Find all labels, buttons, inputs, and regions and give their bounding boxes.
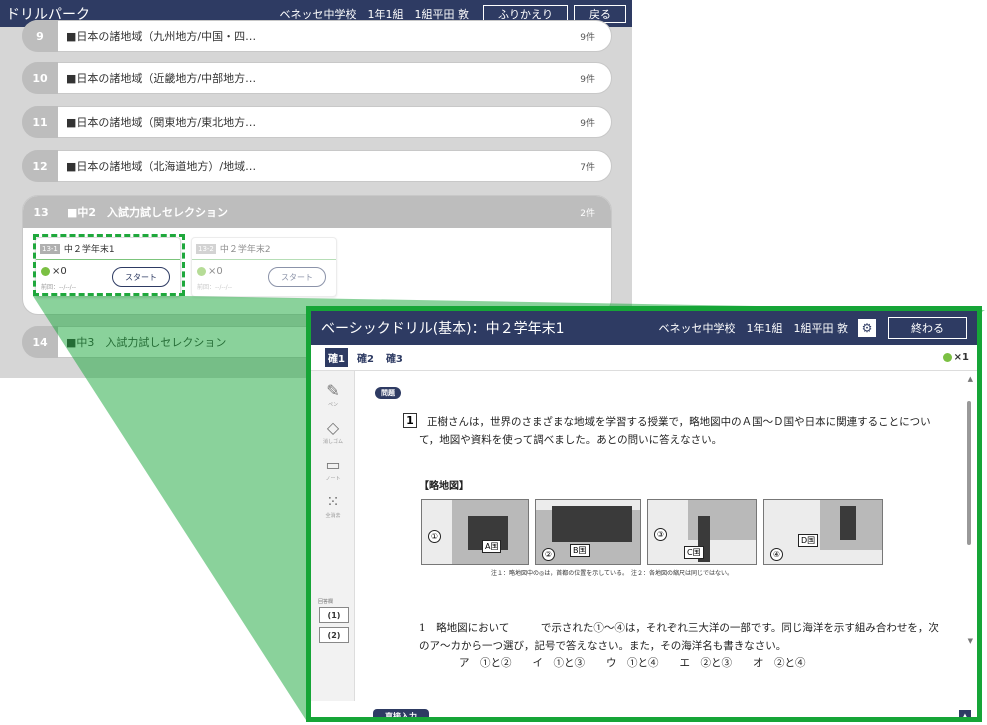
tool-panel: ✎ ペン ◇ 消しゴム ▭ ノート ⁙ 全消去 回答欄 (1) (2)	[311, 371, 355, 701]
drill-title: ベーシックドリル(基本)：中２学年末1	[321, 321, 565, 337]
scroll-down-icon[interactable]: ▼	[968, 637, 973, 645]
to-top-button[interactable]: ▲	[959, 710, 971, 717]
unit-row[interactable]: 12 ■日本の諸地域（北海道地方）/地域… 7件	[22, 150, 612, 182]
map-france: ① A国	[421, 499, 529, 565]
answer-choices: ア ①と② イ ①と③ ウ ①と④ エ ②と③ オ ②と④	[459, 657, 806, 669]
unit-label: ■日本の諸地域（北海道地方）/地域…	[66, 160, 257, 173]
highlight-box	[33, 234, 185, 296]
ocean-marker: ②	[542, 548, 555, 561]
map-title: 【略地図】	[419, 481, 469, 492]
ocean-marker: ③	[654, 528, 667, 541]
answer-label: 回答欄	[318, 599, 334, 605]
map-note: 注１：略地図中の◎は，首都の位置を示している。 注２：各地図の縮尺は同じではない…	[491, 570, 734, 577]
gem-count: ×1	[953, 352, 969, 363]
tab-1[interactable]: 確1	[325, 348, 348, 367]
tool-label: 全消去	[325, 513, 341, 519]
tool-label: ペン	[327, 402, 338, 408]
drill-header: ベーシックドリル(基本)：中２学年末1 ベネッセ中学校 1年1組 1組平田 敦 …	[311, 311, 977, 345]
unit-count: 9件	[580, 118, 595, 129]
user-info: ベネッセ中学校 1年1組 1組平田 敦	[658, 322, 849, 335]
question-tabs: 確1 確2 確3 ×1	[311, 345, 977, 371]
gem-total: ×1	[942, 352, 969, 363]
unit-row[interactable]: 11 ■日本の諸地域（関東地方/東北地方… 9件	[22, 106, 612, 138]
question-content: 問題 1 正樹さんは，世界のさまざまな地域を学習する授業で，略地図中のＡ国〜Ｄ国…	[361, 377, 957, 697]
tool-label: 消しゴム	[322, 439, 343, 445]
question-number: 1	[403, 413, 417, 428]
map-thailand: ④ D国	[763, 499, 883, 565]
unit-row[interactable]: 10 ■日本の諸地域（近畿地方/中部地方… 9件	[22, 62, 612, 94]
unit-count: 9件	[580, 74, 595, 85]
map-panel: ① A国 ② B国 ③ C国 ④ D国	[421, 499, 901, 565]
scrollbar[interactable]	[967, 401, 971, 545]
question-text: 正樹さんは，世界のさまざまな地域を学習する授業で，略地図中のＡ国〜Ｄ国や日本に関…	[419, 416, 931, 446]
direct-input-tab[interactable]: 直接入力	[373, 709, 429, 717]
unit-label: ■日本の諸地域（九州地方/中国・四…	[66, 30, 257, 43]
gem-icon	[197, 266, 206, 276]
drill-tag: 13-2	[196, 243, 216, 254]
eraser-icon: ◇	[326, 418, 340, 437]
unit-number: 13	[33, 205, 49, 219]
unit-count: 7件	[580, 162, 595, 173]
eraser-tool[interactable]: ◇ 消しゴム	[311, 418, 355, 445]
ocean-marker: ①	[428, 530, 441, 543]
pen-icon: ✎	[326, 381, 340, 400]
map-vietnam: ③ C国	[647, 499, 757, 565]
tab-3[interactable]: 確3	[383, 348, 406, 367]
unit-label: ■日本の諸地域（近畿地方/中部地方…	[66, 72, 257, 85]
note-icon: ▭	[325, 455, 341, 474]
country-label: C国	[684, 546, 704, 559]
tool-label: ノート	[325, 476, 341, 482]
start-button[interactable]: スタート	[268, 267, 326, 287]
pen-tool[interactable]: ✎ ペン	[311, 381, 355, 408]
unit-label: ■中2 入試力試しセレクション	[67, 206, 229, 219]
note-tool[interactable]: ▭ ノート	[311, 455, 355, 482]
unit-count: 2件	[580, 208, 595, 219]
map-canada: ② B国	[535, 499, 641, 565]
gem-count: ×0	[208, 266, 223, 277]
drill-card[interactable]: 13-2 中２学年末2 ×0 前回：--/--/-- スタート	[191, 237, 337, 297]
end-button[interactable]: 終わる	[888, 317, 967, 339]
gear-icon[interactable]: ⚙	[858, 319, 876, 337]
drill-window: ベーシックドリル(基本)：中２学年末1 ベネッセ中学校 1年1組 1組平田 敦 …	[306, 306, 982, 722]
unit-number: 10	[22, 62, 58, 94]
answer-button-1[interactable]: (1)	[319, 607, 349, 623]
country-label: B国	[570, 544, 590, 557]
country-label: A国	[482, 540, 502, 553]
scroll-up-icon[interactable]: ▲	[968, 375, 973, 383]
previous-date: 前回：--/--/--	[197, 284, 233, 291]
country-label: D国	[798, 534, 819, 547]
unit-label: ■日本の諸地域（関東地方/東北地方…	[66, 116, 257, 129]
unit-number: 11	[22, 106, 58, 138]
clear-tool[interactable]: ⁙ 全消去	[311, 492, 355, 519]
unit-expanded-header[interactable]: 13 ■中2 入試力試しセレクション 2件	[23, 196, 611, 228]
drill-title: 中２学年末2	[219, 245, 271, 255]
ocean-marker: ④	[770, 548, 783, 561]
gem-icon	[942, 352, 952, 362]
answer-button-2[interactable]: (2)	[319, 627, 349, 643]
unit-number: 12	[22, 150, 58, 182]
unit-number: 9	[22, 20, 58, 52]
sub-question: 1 略地図において で示された①〜④は，それぞれ三大洋の一部です。同じ海洋を示す…	[419, 622, 939, 652]
tab-2[interactable]: 確2	[354, 348, 377, 367]
unit-number: 14	[22, 326, 58, 358]
unit-row[interactable]: 9 ■日本の諸地域（九州地方/中国・四… 9件	[22, 20, 612, 52]
question-tag: 問題	[375, 387, 401, 399]
fullscreen-icon: ⁙	[326, 492, 340, 511]
unit-count: 9件	[580, 32, 595, 43]
